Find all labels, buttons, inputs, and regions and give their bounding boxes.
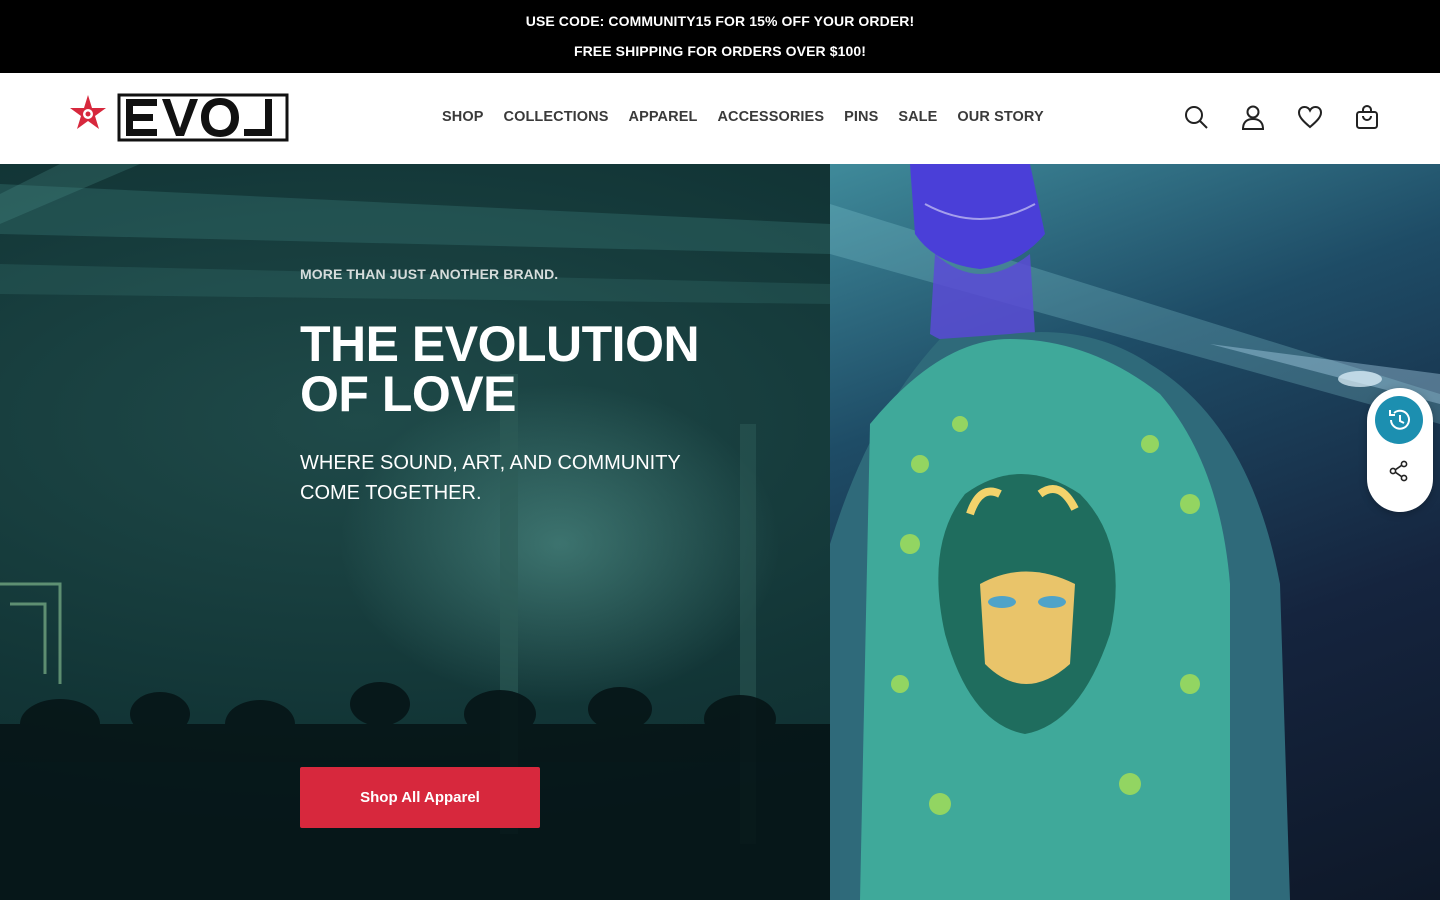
- nav-shop[interactable]: SHOP: [432, 109, 494, 125]
- history-icon: [1389, 409, 1410, 430]
- nav-our-story[interactable]: OUR STORY: [947, 109, 1053, 125]
- star-logo-icon: [70, 95, 106, 129]
- announcement-bar: USE CODE: COMMUNITY15 FOR 15% OFF YOUR O…: [0, 0, 1440, 73]
- site-header: SHOP COLLECTIONS APPAREL ACCESSORIES PIN…: [0, 73, 1440, 164]
- hero-eyebrow: MORE THAN JUST ANOTHER BRAND.: [300, 266, 559, 282]
- search-icon[interactable]: [1184, 103, 1208, 131]
- header-icons: [1184, 103, 1379, 131]
- recently-viewed-button[interactable]: [1375, 396, 1423, 444]
- main-nav: SHOP COLLECTIONS APPAREL ACCESSORIES PIN…: [432, 109, 1054, 125]
- hero-subheading-line2: COME TOGETHER.: [300, 482, 482, 504]
- hero-subheading-line1: WHERE SOUND, ART, AND COMMUNITY: [300, 452, 681, 474]
- floating-action-bar: [1367, 388, 1433, 512]
- free-shipping-text: FREE SHIPPING FOR ORDERS OVER $100!: [573, 43, 867, 59]
- nav-accessories[interactable]: ACCESSORIES: [707, 109, 834, 125]
- evol-logo[interactable]: [66, 93, 290, 143]
- hero-headline-line2: OF LOVE: [300, 366, 516, 422]
- hero-banner: MORE THAN JUST ANOTHER BRAND. THE EVOLUT…: [0, 164, 1440, 900]
- nav-collections[interactable]: COLLECTIONS: [494, 109, 619, 125]
- share-icon[interactable]: [1388, 460, 1410, 482]
- account-icon[interactable]: [1241, 103, 1265, 131]
- model-illustration: [820, 164, 1440, 900]
- wishlist-icon[interactable]: [1298, 103, 1322, 131]
- hero-subheading: WHERE SOUND, ART, AND COMMUNITY COME TOG…: [300, 448, 740, 508]
- hero-model-image: [820, 164, 1440, 900]
- hero-headline: THE EVOLUTION OF LOVE: [300, 319, 780, 419]
- hero-headline-line1: THE EVOLUTION: [300, 316, 700, 372]
- nav-apparel[interactable]: APPAREL: [619, 109, 708, 125]
- nav-pins[interactable]: PINS: [834, 109, 888, 125]
- promo-code-text: USE CODE: COMMUNITY15 FOR 15% OFF YOUR O…: [525, 13, 915, 29]
- nav-sale[interactable]: SALE: [888, 109, 947, 125]
- shop-all-apparel-button[interactable]: Shop All Apparel: [300, 767, 540, 828]
- cart-icon[interactable]: [1355, 103, 1379, 131]
